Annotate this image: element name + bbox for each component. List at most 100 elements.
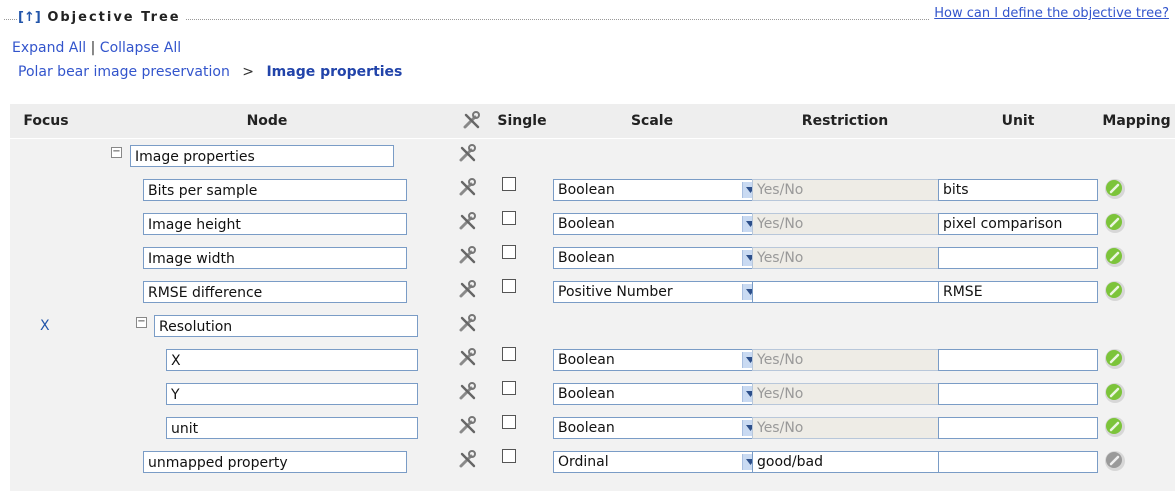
table-row: Y Boolean Yes/No xyxy=(10,377,1175,411)
section-title: Objective Tree xyxy=(47,10,181,25)
scale-select[interactable]: Boolean xyxy=(553,383,760,405)
mapping-pin-icon xyxy=(1105,417,1125,437)
tools-icon xyxy=(459,382,476,400)
table-row: Image width Boolean Yes/No xyxy=(10,241,1175,275)
mapping-button[interactable] xyxy=(1103,245,1127,269)
tools-icon xyxy=(459,212,476,230)
mapping-button[interactable] xyxy=(1103,449,1127,473)
mapping-button[interactable] xyxy=(1103,381,1127,405)
col-node: Node xyxy=(246,113,288,129)
scale-select[interactable]: Boolean xyxy=(553,417,760,439)
node-tools-button[interactable] xyxy=(457,245,479,267)
scale-select-value: Positive Number xyxy=(558,284,673,300)
breadcrumb: Polar bear image preservation > Image pr… xyxy=(18,64,402,80)
col-single: Single xyxy=(497,113,547,129)
scale-select-value: Boolean xyxy=(558,386,615,402)
table-row: X − Resolution xyxy=(10,309,1175,343)
node-name-input[interactable]: X xyxy=(166,349,418,371)
unit-input[interactable] xyxy=(938,417,1098,439)
unit-input[interactable]: pixel comparison xyxy=(938,213,1098,235)
restriction-input: Yes/No xyxy=(752,417,939,439)
node-name-input[interactable]: Resolution xyxy=(154,315,418,337)
node-name-input[interactable]: Bits per sample xyxy=(143,179,407,201)
unit-input[interactable]: bits xyxy=(938,179,1098,201)
col-restriction: Restriction xyxy=(801,113,889,129)
node-tools-button[interactable] xyxy=(457,347,479,369)
unit-input[interactable] xyxy=(938,349,1098,371)
col-focus: Focus xyxy=(23,113,69,129)
single-checkbox[interactable] xyxy=(502,279,516,293)
mapping-pin-icon xyxy=(1105,281,1125,301)
node-tools-button[interactable] xyxy=(457,211,479,233)
breadcrumb-parent[interactable]: Polar bear image preservation xyxy=(18,64,230,80)
table-row: unit Boolean Yes/No xyxy=(10,411,1175,445)
node-tools-button[interactable] xyxy=(457,415,479,437)
breadcrumb-separator: > xyxy=(242,64,255,80)
single-checkbox[interactable] xyxy=(502,415,516,429)
single-checkbox[interactable] xyxy=(502,177,516,191)
single-checkbox[interactable] xyxy=(502,245,516,259)
node-name-input[interactable]: Image properties xyxy=(130,145,394,167)
scale-select[interactable]: Positive Number xyxy=(553,281,760,303)
single-checkbox[interactable] xyxy=(502,449,516,463)
node-tools-button[interactable] xyxy=(457,279,479,301)
focus-link[interactable]: X xyxy=(40,318,50,334)
section-legend: [↑] Objective Tree xyxy=(18,10,185,25)
table-row: unmapped property Ordinal good/bad xyxy=(10,445,1175,479)
mapping-pin-icon xyxy=(1105,213,1125,233)
scale-select[interactable]: Boolean xyxy=(553,349,760,371)
mapping-button[interactable] xyxy=(1103,415,1127,439)
node-tools-button[interactable] xyxy=(457,177,479,199)
scale-select-value: Ordinal xyxy=(558,454,609,470)
single-checkbox[interactable] xyxy=(502,211,516,225)
unit-input[interactable] xyxy=(938,451,1098,473)
table-row: RMSE difference Positive Number RMSE xyxy=(10,275,1175,309)
table-row: X Boolean Yes/No xyxy=(10,343,1175,377)
unit-input[interactable]: RMSE xyxy=(938,281,1098,303)
collapse-all-link[interactable]: Collapse All xyxy=(100,40,181,56)
help-link[interactable]: How can I define the objective tree? xyxy=(930,6,1169,21)
expand-all-link[interactable]: Expand All xyxy=(12,40,86,56)
mapping-button[interactable] xyxy=(1103,177,1127,201)
mapping-button[interactable] xyxy=(1103,279,1127,303)
mapping-pin-icon xyxy=(1105,179,1125,199)
unit-input[interactable] xyxy=(938,247,1098,269)
node-name-input[interactable]: Y xyxy=(166,383,418,405)
tools-icon xyxy=(459,144,476,162)
node-name-input[interactable]: Image height xyxy=(143,213,407,235)
collapse-node-icon[interactable]: − xyxy=(111,147,122,158)
node-name-input[interactable]: unit xyxy=(166,417,418,439)
single-checkbox[interactable] xyxy=(502,347,516,361)
node-tools-button[interactable] xyxy=(457,143,479,165)
single-checkbox[interactable] xyxy=(502,381,516,395)
mapping-button[interactable] xyxy=(1103,211,1127,235)
node-name-input[interactable]: Image width xyxy=(143,247,407,269)
collapse-node-icon[interactable]: − xyxy=(136,317,147,328)
scale-select-value: Boolean xyxy=(558,352,615,368)
node-tools-button[interactable] xyxy=(457,449,479,471)
tools-icon xyxy=(463,111,480,129)
scale-select[interactable]: Boolean xyxy=(553,247,760,269)
mapping-pin-icon xyxy=(1105,451,1125,471)
unit-input[interactable] xyxy=(938,383,1098,405)
tools-icon xyxy=(459,178,476,196)
tools-icon xyxy=(459,314,476,332)
restriction-input: Yes/No xyxy=(752,247,939,269)
node-name-input[interactable]: RMSE difference xyxy=(143,281,407,303)
mapping-button[interactable] xyxy=(1103,347,1127,371)
scale-select[interactable]: Boolean xyxy=(553,213,760,235)
col-unit: Unit xyxy=(1001,113,1035,129)
node-name-input[interactable]: unmapped property xyxy=(143,451,407,473)
node-tools-button[interactable] xyxy=(457,313,479,335)
col-scale: Scale xyxy=(630,113,674,129)
collapse-section-link[interactable]: [↑] xyxy=(18,10,41,25)
breadcrumb-current: Image properties xyxy=(266,64,403,80)
scale-select[interactable]: Ordinal xyxy=(553,451,760,473)
restriction-input: Yes/No xyxy=(752,383,939,405)
expand-collapse-links: Expand All | Collapse All xyxy=(12,40,181,56)
objective-tree-table: − Image properties Bits per sample Boolean Y… xyxy=(10,139,1175,491)
scale-select[interactable]: Boolean xyxy=(553,179,760,201)
node-tools-button[interactable] xyxy=(457,381,479,403)
restriction-input[interactable] xyxy=(752,281,939,303)
restriction-input[interactable]: good/bad xyxy=(752,451,939,473)
